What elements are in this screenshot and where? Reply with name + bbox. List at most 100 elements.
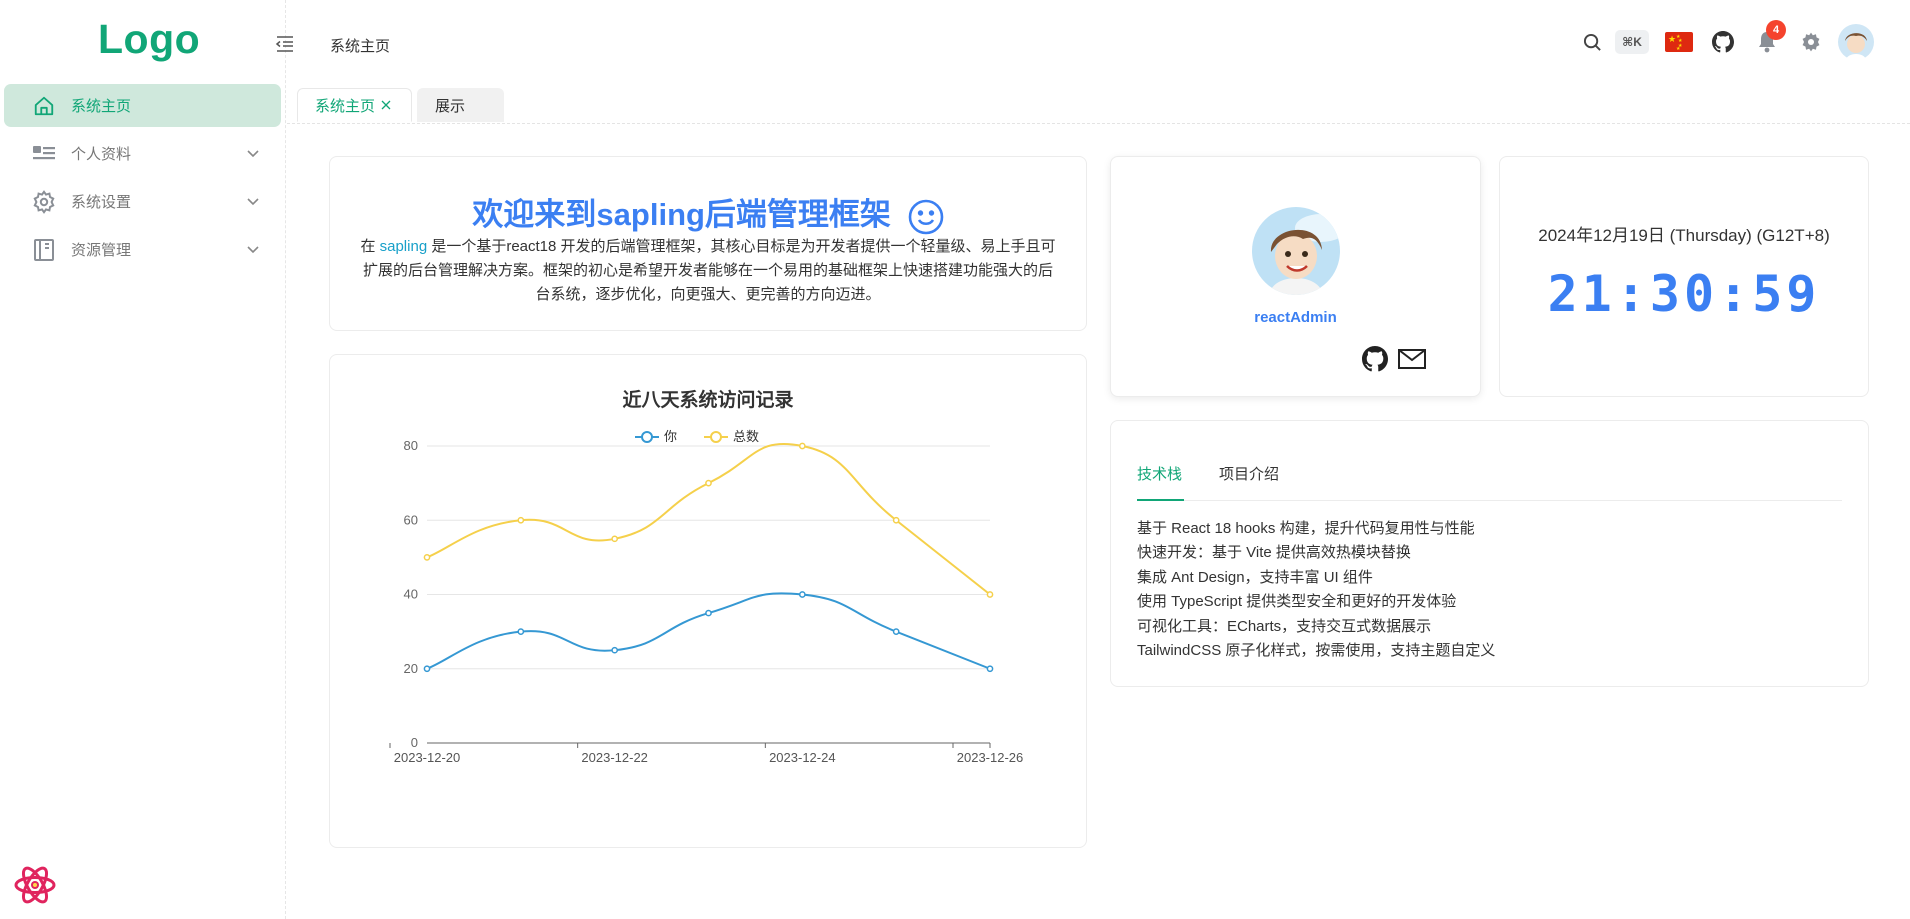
home-icon <box>31 93 57 119</box>
y-tick-label: 60 <box>404 512 418 527</box>
header-tools: ⌘K ★ ★ ★ ★ ★ 4 <box>1560 20 1890 62</box>
visits-line-chart: 0 20 40 60 80 2023-12-20 2023-12-22 2023-12-24 2… <box>389 429 1024 765</box>
list-item: 快速开发：基于 Vite 提供高效热模块替换 <box>1137 544 1411 562</box>
x-tick-label: 2023-12-24 <box>769 750 836 765</box>
data-point <box>517 628 525 635</box>
tab-showcase[interactable]: 展示 <box>417 88 504 122</box>
sidebar-menu: 系统主页 个人资料 系统设置 资源管理 <box>4 84 281 276</box>
profile-icon <box>31 141 57 167</box>
x-tick-label: 2023-12-26 <box>957 750 1024 765</box>
tab-project-intro[interactable]: 项目介绍 <box>1219 463 1283 501</box>
stack-tabs: 技术栈 项目介绍 <box>1137 463 1842 501</box>
legend-marker <box>710 431 722 443</box>
book-icon <box>31 237 57 263</box>
search-button[interactable] <box>1578 22 1606 62</box>
legend-marker <box>641 431 653 443</box>
welcome-card: 欢迎来到sapling后端管理框架 在 sapling 是一个基于react18… <box>329 156 1087 331</box>
welcome-title: 欢迎来到sapling后端管理框架 <box>330 189 1086 235</box>
sidebar-item-label: 个人资料 <box>71 146 132 163</box>
legend-label: 你 <box>664 429 677 444</box>
welcome-description: 在 sapling 是一个基于react18 开发的后端管理框架，其核心目标是为… <box>360 235 1056 307</box>
data-point <box>423 554 431 561</box>
data-point <box>423 665 431 673</box>
list-item: 基于 React 18 hooks 构建，提升代码复用性与性能 <box>1137 520 1475 537</box>
data-point <box>986 665 994 673</box>
data-point <box>798 591 806 598</box>
gear-icon <box>31 189 57 215</box>
chevron-down-icon <box>247 246 259 254</box>
y-tick-label: 40 <box>404 587 418 602</box>
close-icon[interactable] <box>381 100 391 110</box>
tech-stack-list: 基于 React 18 hooks 构建，提升代码复用性与性能 快速开发：基于 … <box>1137 517 1495 663</box>
y-tick-label: 0 <box>411 735 418 750</box>
data-point <box>517 516 525 524</box>
list-item: TailwindCSS 原子化样式，按需使用，支持主题自定义 <box>1137 642 1496 660</box>
data-point <box>611 535 619 543</box>
digital-clock: 21:30:59 <box>1547 265 1821 323</box>
y-tick-label: 20 <box>404 661 418 676</box>
tab-label: 系统主页 <box>315 97 376 115</box>
search-icon <box>1583 33 1601 51</box>
profile-avatar <box>1252 207 1340 295</box>
smile-icon <box>908 199 943 235</box>
sidebar-item-label: 系统主页 <box>71 98 132 115</box>
sidebar-item-profile[interactable]: 个人资料 <box>4 132 281 175</box>
breadcrumb: 系统主页 <box>330 38 391 55</box>
list-item: 使用 TypeScript 提供类型安全和更好的开发体验 <box>1137 593 1457 611</box>
data-point <box>892 516 900 524</box>
tab-tech-stack[interactable]: 技术栈 <box>1137 463 1184 501</box>
series-line <box>426 442 991 596</box>
sidebar: Logo 系统主页 个人资料 系统设置 资源管理 <box>0 0 286 919</box>
data-point <box>892 628 900 635</box>
data-point <box>705 479 712 487</box>
sidebar-item-label: 系统设置 <box>71 194 132 211</box>
tab-label: 展示 <box>435 97 466 115</box>
sidebar-item-home[interactable]: 系统主页 <box>4 84 281 127</box>
notifications-button[interactable]: 4 <box>1752 20 1786 62</box>
sapling-link[interactable]: sapling <box>380 238 428 255</box>
tech-stack-card: 技术栈 项目介绍 基于 React 18 hooks 构建，提升代码复用性与性能… <box>1110 420 1869 687</box>
notification-count-badge: 4 <box>1766 20 1786 40</box>
x-tick-label: 2023-12-20 <box>394 750 461 765</box>
date-text: 2024年12月19日 (Thursday) (G12T+8) <box>1538 226 1830 245</box>
y-tick-label: 80 <box>404 438 418 453</box>
chevron-down-icon <box>247 150 259 158</box>
desc-prefix: 在 <box>360 238 380 255</box>
settings-button[interactable] <box>1796 22 1826 62</box>
github-link[interactable] <box>1708 22 1738 62</box>
list-item: 可视化工具：ECharts，支持交互式数据展示 <box>1137 617 1432 635</box>
list-item: 集成 Ant Design，支持丰富 UI 组件 <box>1137 568 1373 586</box>
page-tabbar: 系统主页 展示 <box>287 88 1910 124</box>
data-point <box>798 442 806 450</box>
sidebar-item-resources[interactable]: 资源管理 <box>4 228 281 271</box>
profile-card: reactAdmin <box>1110 156 1481 397</box>
shortcut-badge: ⌘K <box>1615 30 1649 54</box>
data-point <box>705 609 712 617</box>
desc-rest: 是一个基于react18 开发的后端管理框架，其核心目标是为开发者提供一个轻量级… <box>362 238 1056 303</box>
data-point <box>986 591 994 598</box>
tab-home[interactable]: 系统主页 <box>297 88 412 122</box>
series-line <box>426 592 991 670</box>
avatar <box>1838 24 1874 60</box>
sidebar-item-label: 资源管理 <box>71 242 132 259</box>
logo[interactable]: Logo <box>98 16 200 63</box>
menu-fold-icon[interactable] <box>275 35 295 53</box>
react-logo-icon[interactable] <box>12 862 58 908</box>
clock-card: 2024年12月19日 (Thursday) (G12T+8) 21:30:59 <box>1499 156 1869 397</box>
data-point <box>611 646 619 654</box>
user-avatar[interactable] <box>1836 22 1876 62</box>
visits-chart-card: 近八天系统访问记录 0 20 40 60 80 2023-12-20 2023-12-22 2… <box>329 354 1087 848</box>
mail-icon[interactable] <box>1398 349 1426 369</box>
settings-gear-icon <box>1802 32 1820 52</box>
chevron-down-icon <box>247 198 259 206</box>
legend-label: 总数 <box>733 429 759 444</box>
x-tick-label: 2023-12-22 <box>581 750 648 765</box>
welcome-title-text: 欢迎来到sapling后端管理框架 <box>472 197 891 232</box>
github-icon <box>1712 31 1734 53</box>
search-shortcut[interactable]: ⌘K <box>1612 22 1652 62</box>
github-icon[interactable] <box>1362 346 1388 372</box>
language-switch[interactable]: ★ ★ ★ ★ ★ <box>1664 22 1694 62</box>
profile-name: reactAdmin <box>1254 309 1337 326</box>
sidebar-item-settings[interactable]: 系统设置 <box>4 180 281 223</box>
cn-flag-icon: ★ ★ ★ ★ ★ <box>1665 32 1693 52</box>
